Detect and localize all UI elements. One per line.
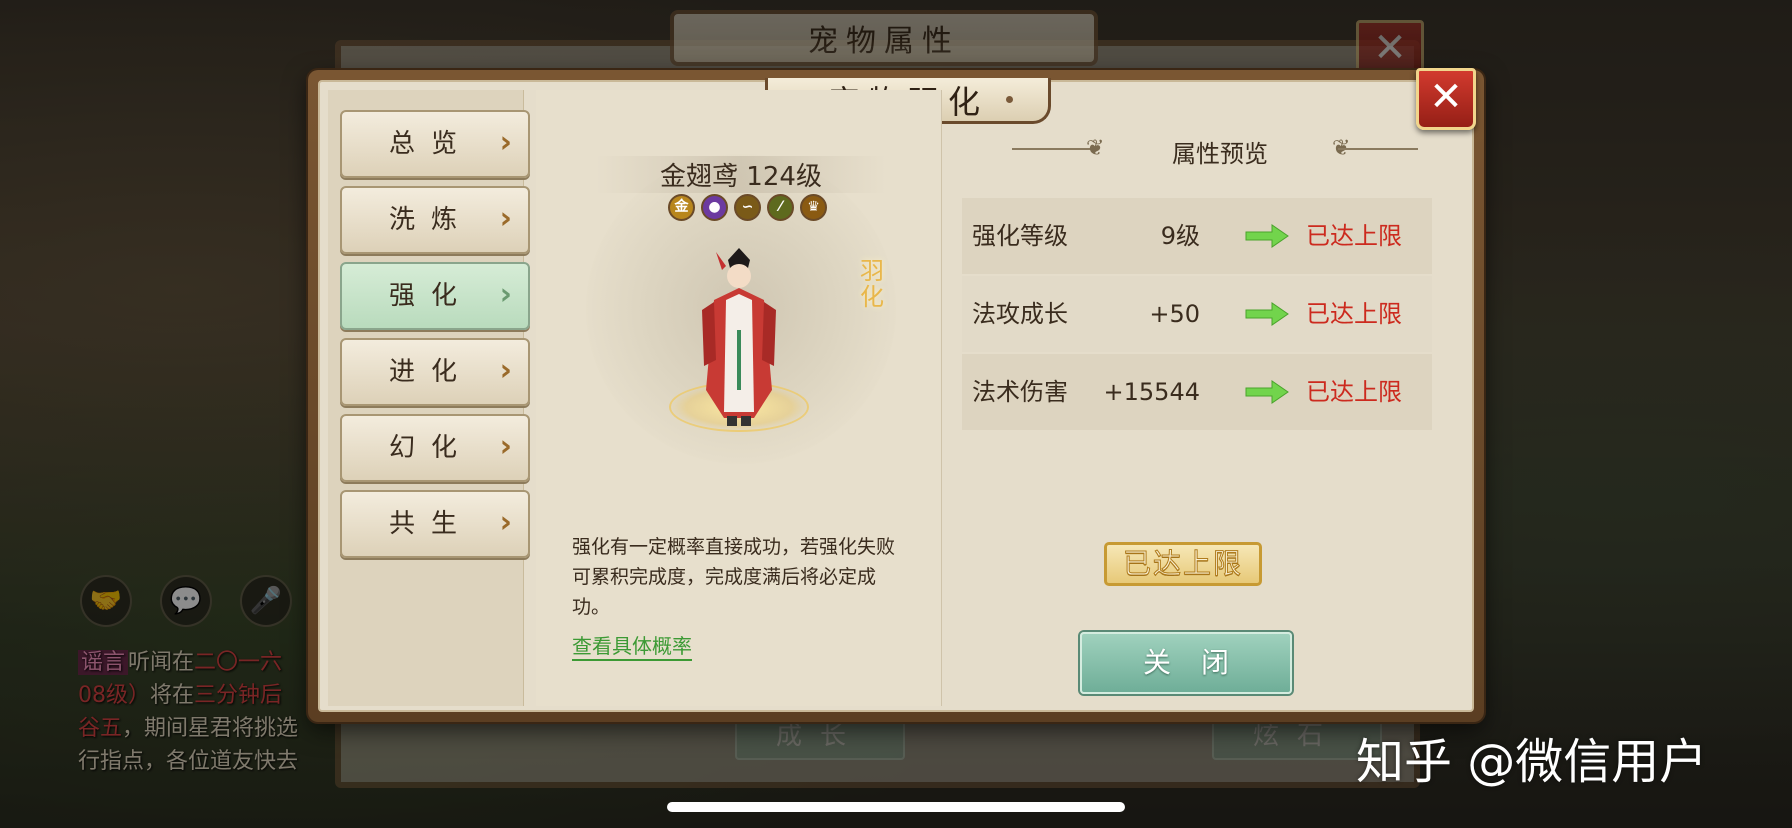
chevron-right-icon: › [499, 277, 512, 312]
tab-label: 幻化 [388, 433, 473, 463]
chevron-right-icon: › [499, 429, 512, 464]
green-arrow-icon [1245, 224, 1289, 248]
tab-enhance[interactable]: 强化 › [340, 262, 530, 330]
tab-transform[interactable]: 幻化 › [340, 414, 530, 482]
attribute-name: 法术伤害 [972, 378, 1068, 406]
tab-symbiosis[interactable]: 共生 › [340, 490, 530, 558]
attribute-preview-title: 属性预览 [1172, 140, 1268, 168]
green-arrow-icon [1245, 302, 1289, 326]
crown-badge-icon[interactable]: ♛ [800, 194, 827, 221]
max-reached-button[interactable]: 已达上限 [1104, 542, 1262, 586]
gold-badge-icon[interactable]: 金 [668, 194, 695, 221]
header-ornament-right [1338, 148, 1418, 150]
feather-form-label: 羽化 [860, 257, 884, 311]
attribute-name: 强化等级 [972, 222, 1068, 250]
pet-enhance-dialog: 宠物强化 总览 › 洗炼 › 强化 › 进化 › 幻化 › [308, 70, 1484, 722]
magic-orb-badge-icon[interactable]: ● [701, 194, 728, 221]
feather-badge-icon[interactable]: ⁄ [767, 194, 794, 221]
close-icon[interactable]: ✕ [1416, 68, 1476, 130]
chevron-right-icon: › [499, 125, 512, 160]
attribute-status: 已达上限 [1306, 222, 1402, 250]
green-arrow-icon [1245, 380, 1289, 404]
attribute-row: 法攻成长 +50 已达上限 [962, 276, 1432, 352]
tab-label: 共生 [388, 509, 473, 539]
attribute-status: 已达上限 [1306, 300, 1402, 328]
tab-evolve[interactable]: 进化 › [340, 338, 530, 406]
dialog-body: 宠物强化 总览 › 洗炼 › 强化 › 进化 › 幻化 › [318, 78, 1474, 712]
chevron-right-icon: › [499, 505, 512, 540]
chevron-right-icon: › [499, 201, 512, 236]
attribute-row: 强化等级 9级 已达上限 [962, 198, 1432, 274]
pet-name-level: 金翅鸢 124级 [596, 156, 886, 193]
tab-label: 洗炼 [388, 205, 473, 235]
wind-badge-icon[interactable]: ∽ [734, 194, 761, 221]
tab-sidebar: 总览 › 洗炼 › 强化 › 进化 › 幻化 › 共生 › [328, 90, 530, 706]
attribute-value: 9级 [1160, 222, 1200, 250]
close-button[interactable]: 关闭 [1080, 632, 1292, 694]
zhihu-watermark: 知乎 @微信用户 [1356, 734, 1708, 790]
attribute-status: 已达上限 [1306, 378, 1402, 406]
pet-character-sprite [702, 248, 776, 426]
attribute-value: +50 [1149, 300, 1200, 328]
attribute-value: +15544 [1103, 378, 1200, 406]
tab-label: 强化 [388, 281, 473, 311]
tab-overview[interactable]: 总览 › [340, 110, 530, 178]
chevron-right-icon: › [499, 353, 512, 388]
home-indicator[interactable] [667, 802, 1125, 812]
attribute-name: 法攻成长 [972, 300, 1068, 328]
pet-badge-row: 金 ● ∽ ⁄ ♛ [668, 194, 827, 221]
pet-display-panel: 金翅鸢 124级 金 ● ∽ ⁄ ♛ 羽化 强化有一定概率直接成功，若强化失败可… [536, 90, 942, 706]
enhance-description: 强化有一定概率直接成功，若强化失败可累积完成度，完成度满后将必定成功。 [572, 536, 896, 618]
tab-label: 进化 [388, 357, 473, 387]
attribute-preview-panel: ❦ 属性预览 ❦ 强化等级 9级 已达上限 法攻成长 +50 已达上限 法术伤害… [952, 90, 1488, 706]
attribute-row: 法术伤害 +15544 已达上限 [962, 354, 1432, 430]
tab-refine[interactable]: 洗炼 › [340, 186, 530, 254]
tab-label: 总览 [388, 129, 473, 159]
view-probability-link[interactable]: 查看具体概率 [572, 630, 692, 661]
